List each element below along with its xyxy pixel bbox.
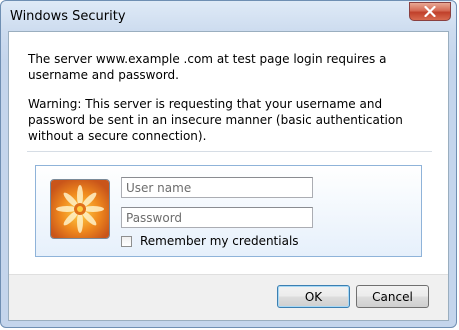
dialog-body: The server www.example .com at test page… xyxy=(8,31,449,321)
cancel-button[interactable]: Cancel xyxy=(356,285,429,308)
window-title: Windows Security xyxy=(10,9,126,24)
security-dialog: Windows Security The server www.example … xyxy=(0,0,457,328)
close-button[interactable] xyxy=(409,2,451,21)
warning-message: Warning: This server is requesting that … xyxy=(28,97,403,143)
server-message: The server www.example .com at test page… xyxy=(28,52,387,82)
remember-checkbox[interactable] xyxy=(121,235,132,247)
divider xyxy=(27,151,432,152)
username-input[interactable] xyxy=(121,177,313,198)
close-icon xyxy=(424,6,436,17)
ok-button[interactable]: OK xyxy=(277,285,350,308)
flower-avatar-icon xyxy=(50,179,110,239)
button-bar: OK Cancel xyxy=(9,275,448,320)
credential-tile: Remember my credentials xyxy=(35,165,422,257)
remember-label: Remember my credentials xyxy=(140,234,299,248)
password-input[interactable] xyxy=(121,207,313,228)
remember-credentials-option[interactable]: Remember my credentials xyxy=(121,234,299,248)
title-bar[interactable]: Windows Security xyxy=(1,1,456,31)
